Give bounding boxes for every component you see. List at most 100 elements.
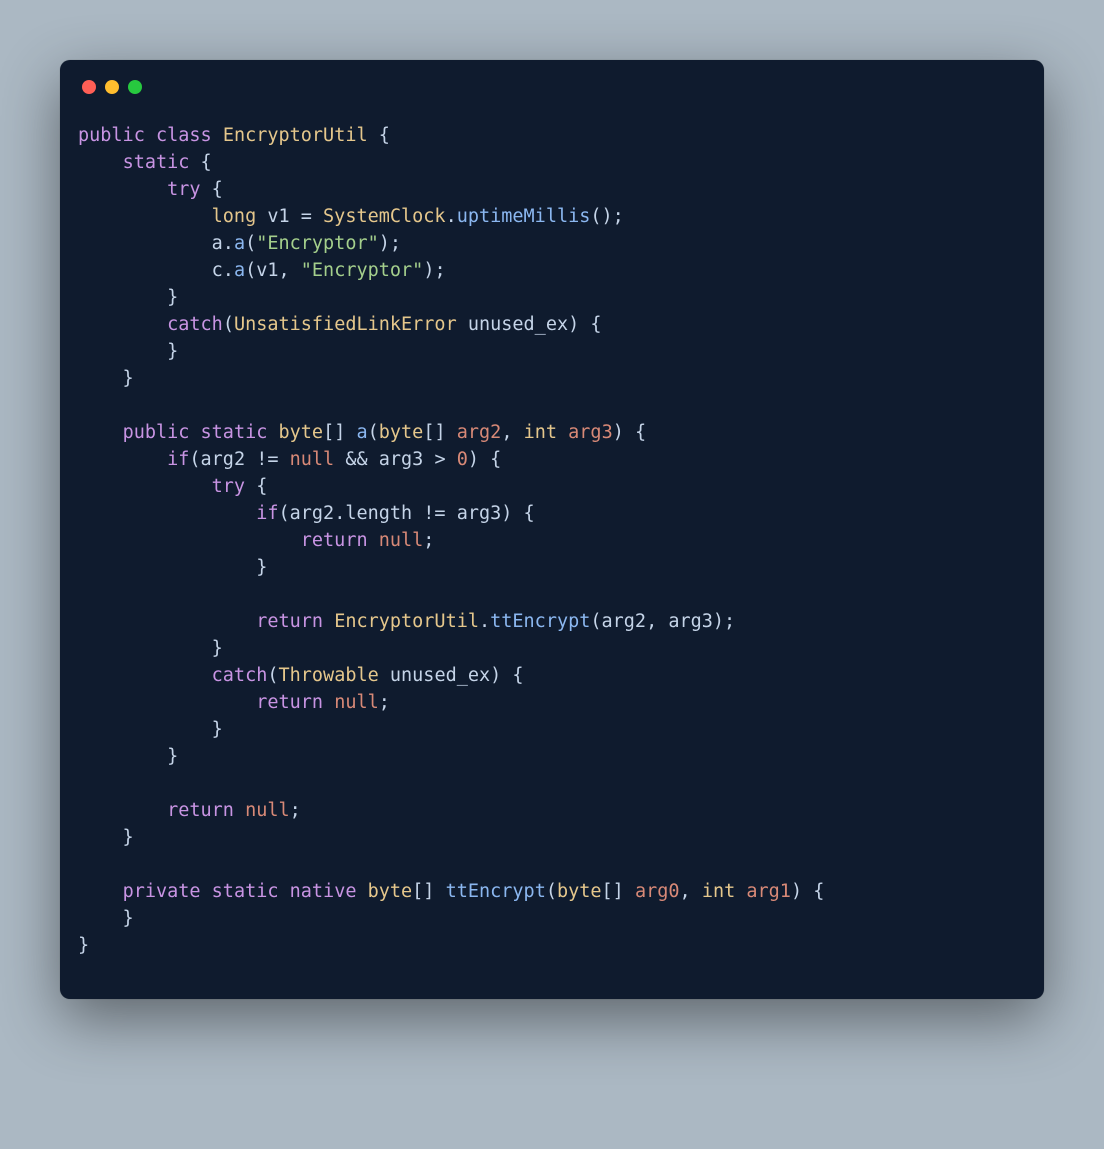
code-token: null [290,449,335,470]
code-token: arg2 [457,422,502,443]
code-token [189,422,200,443]
code-token [78,692,256,713]
code-token [212,125,223,146]
maximize-icon[interactable] [128,80,142,94]
code-token: } [78,368,134,389]
code-token: ); [423,260,445,281]
code-token: v1 = [256,206,323,227]
code-token [201,881,212,902]
code-token: } [78,935,89,956]
code-token [356,881,367,902]
code-token: UnsatisfiedLinkError [234,314,457,335]
code-token [267,422,278,443]
code-token: try [212,476,245,497]
code-block: public class EncryptorUtil { static { tr… [60,94,1044,959]
code-token: ; [290,800,301,821]
code-token: a [356,422,367,443]
code-token: (arg2, arg3); [590,611,735,632]
code-token: native [290,881,357,902]
code-token: if [256,503,278,524]
code-token: (v1, [245,260,301,281]
code-token: private [123,881,201,902]
code-token: return [256,692,323,713]
code-token: return [167,800,234,821]
code-token: ; [423,530,434,551]
code-token: catch [167,314,223,335]
code-token: } [78,557,267,578]
code-token: { [368,125,390,146]
code-token [735,881,746,902]
code-token: ( [267,665,278,686]
code-token: && arg3 > [334,449,457,470]
code-token: byte [279,422,324,443]
code-token [368,530,379,551]
code-token: catch [212,665,268,686]
code-token: } [78,908,134,929]
code-token: a [234,233,245,254]
code-token [78,503,256,524]
code-token: null [379,530,424,551]
code-token: try [167,179,200,200]
code-token: if [167,449,189,470]
code-token: unused_ex) { [457,314,602,335]
code-token: public [78,125,145,146]
code-token: byte [557,881,602,902]
code-token: (); [590,206,623,227]
code-token: return [256,611,323,632]
code-token: a. [78,233,234,254]
code-token: SystemClock [323,206,446,227]
code-token: ttEncrypt [490,611,590,632]
code-token: ) { [791,881,824,902]
code-token: ( [546,881,557,902]
code-token: [] [323,422,356,443]
code-token [78,611,256,632]
code-token: . [446,206,457,227]
code-token: (arg2.length != arg3) { [279,503,535,524]
code-token: arg0 [635,881,680,902]
code-token [78,179,167,200]
code-token: ); [379,233,401,254]
code-token: } [78,827,134,848]
code-token [78,152,123,173]
code-token [78,476,212,497]
code-token: byte [368,881,413,902]
code-token: . [479,611,490,632]
code-token: EncryptorUtil [334,611,479,632]
code-token: { [189,152,211,173]
minimize-icon[interactable] [105,80,119,94]
window-titlebar [60,60,1044,94]
code-token: null [245,800,290,821]
code-token: [] [423,422,456,443]
code-token: } [78,638,223,659]
code-token: [] [602,881,635,902]
code-token: int [524,422,557,443]
code-token: ( [245,233,256,254]
code-token: { [245,476,267,497]
code-token: 0 [457,449,468,470]
code-token: { [201,179,223,200]
close-icon[interactable] [82,80,96,94]
code-token: } [78,719,223,740]
code-token: ) { [613,422,646,443]
code-token: byte [379,422,424,443]
code-token: } [78,746,178,767]
code-token: } [78,341,178,362]
code-token: return [301,530,368,551]
code-token [78,314,167,335]
code-token: "Encryptor" [301,260,424,281]
code-token: long [212,206,257,227]
code-token: ; [379,692,390,713]
code-token [557,422,568,443]
code-token: c. [78,260,234,281]
code-token: } [78,287,178,308]
code-token [78,449,167,470]
code-window: public class EncryptorUtil { static { tr… [60,60,1044,999]
code-token [145,125,156,146]
code-token [78,530,301,551]
code-token: a [234,260,245,281]
code-token: "Encryptor" [256,233,379,254]
code-token [323,611,334,632]
code-token [323,692,334,713]
code-token: Throwable [279,665,379,686]
code-token: , [680,881,702,902]
